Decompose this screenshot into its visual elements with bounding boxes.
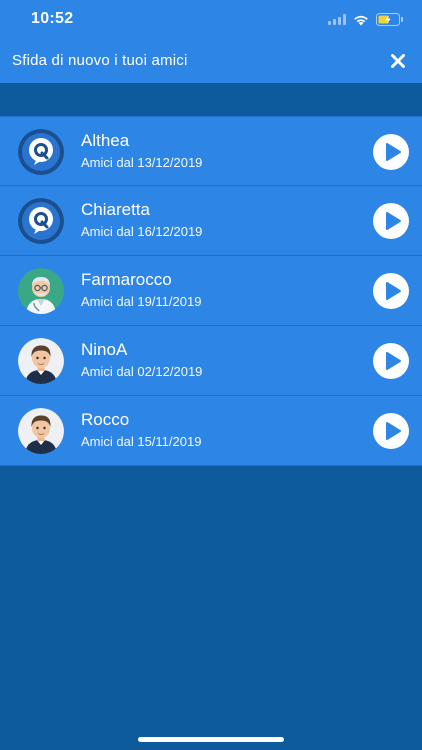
play-button[interactable]	[373, 343, 409, 379]
play-icon	[386, 212, 401, 230]
header: 10:52 Sfida di nuovo i tuoi amici	[0, 0, 422, 83]
friend-avatar	[18, 129, 64, 175]
friend-avatar	[18, 198, 64, 244]
play-icon	[386, 282, 401, 300]
friend-name: Farmarocco	[81, 270, 172, 289]
friends-list: Althea Amici dal 13/12/2019 Chiaretta Am…	[0, 116, 422, 466]
status-time: 10:52	[31, 10, 74, 27]
page-title: Sfida di nuovo i tuoi amici	[12, 52, 188, 69]
status-icons	[328, 13, 404, 26]
friend-avatar	[18, 408, 64, 454]
friend-row[interactable]: Althea Amici dal 13/12/2019	[0, 116, 422, 186]
man-avatar-icon	[18, 408, 64, 454]
man-avatar-icon	[18, 338, 64, 384]
friend-name: Rocco	[81, 410, 130, 429]
friend-row[interactable]: Chiaretta Amici dal 16/12/2019	[0, 186, 422, 256]
q-logo-icon	[18, 129, 64, 175]
pharmacist-avatar-icon	[18, 268, 64, 314]
play-button[interactable]	[373, 203, 409, 239]
home-indicator[interactable]	[138, 737, 284, 742]
spacer-band	[0, 83, 422, 116]
play-button[interactable]	[373, 134, 409, 170]
friend-row[interactable]: NinoA Amici dal 02/12/2019	[0, 326, 422, 396]
friend-row[interactable]: Rocco Amici dal 15/11/2019	[0, 396, 422, 466]
close-icon	[391, 54, 405, 68]
play-icon	[386, 143, 401, 161]
q-logo-icon	[18, 198, 64, 244]
play-icon	[386, 352, 401, 370]
friend-row[interactable]: Farmarocco Amici dal 19/11/2019	[0, 256, 422, 326]
battery-icon	[376, 13, 403, 26]
friend-name: Althea	[81, 131, 130, 150]
friend-since: Amici dal 02/12/2019	[81, 364, 203, 379]
close-button[interactable]	[386, 49, 410, 73]
friend-name: NinoA	[81, 340, 128, 359]
status-bar: 10:52	[0, 0, 422, 40]
friend-avatar	[18, 268, 64, 314]
friend-since: Amici dal 16/12/2019	[81, 224, 203, 239]
friend-avatar	[18, 338, 64, 384]
play-button[interactable]	[373, 273, 409, 309]
friend-since: Amici dal 19/11/2019	[81, 294, 202, 309]
friend-since: Amici dal 15/11/2019	[81, 434, 202, 449]
wifi-icon	[354, 15, 368, 25]
play-button[interactable]	[373, 413, 409, 449]
play-icon	[386, 422, 401, 440]
friend-since: Amici dal 13/12/2019	[81, 155, 203, 170]
signal-icon	[328, 14, 346, 25]
friend-name: Chiaretta	[81, 200, 150, 219]
nav-bar: Sfida di nuovo i tuoi amici	[0, 40, 422, 82]
